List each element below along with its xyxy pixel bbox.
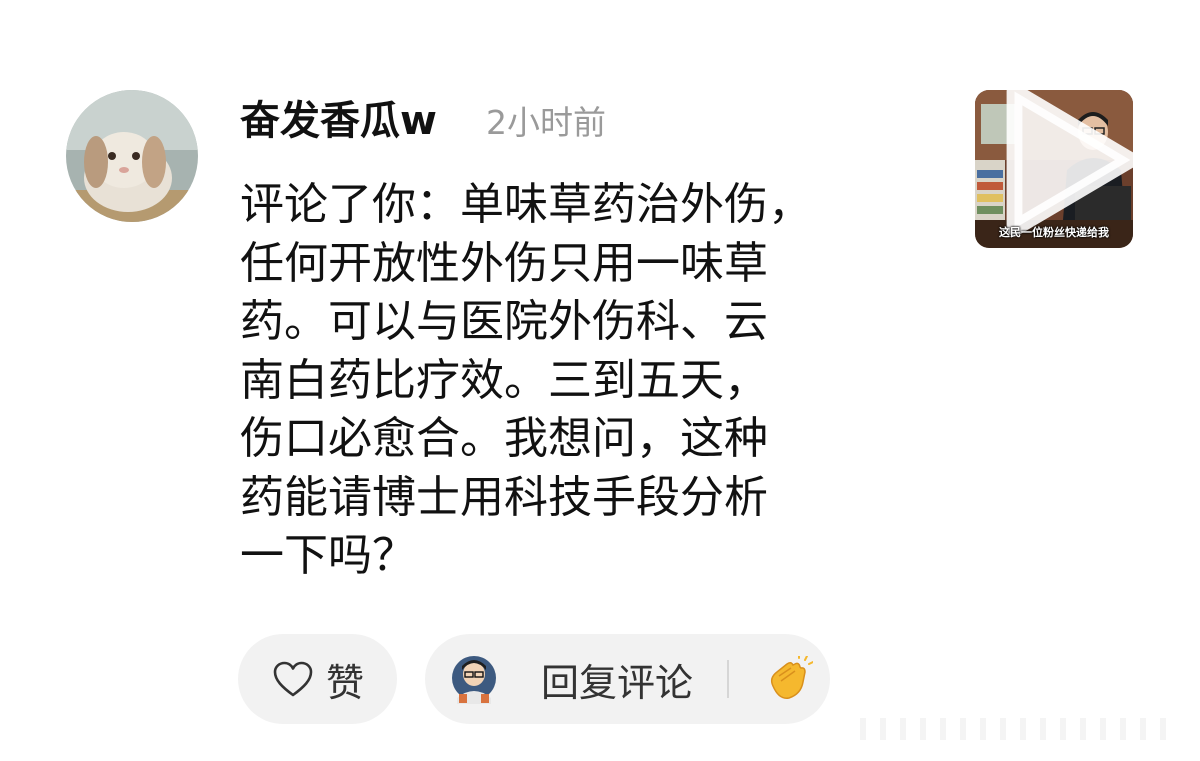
divider [727, 660, 730, 698]
reply-comment-bar[interactable]: 回复评论 [425, 634, 830, 724]
commenter-avatar[interactable] [66, 90, 198, 222]
clap-icon[interactable] [765, 656, 814, 702]
like-button[interactable]: 赞 [238, 634, 397, 724]
commenter-username[interactable]: 奋发香瓜w [240, 97, 437, 145]
comment-line: 任何开放性外伤只用一味草 [240, 237, 768, 289]
comment-text[interactable]: 评论了你：单味草药治外伤， 任何开放性外伤只用一味草 药。可以与医院外伤科、云 … [240, 176, 900, 586]
user-avatar [452, 656, 496, 704]
comment-line: 南白药比疗效。三到五天， [240, 354, 768, 406]
comment-line: 一下吗？ [240, 530, 416, 581]
comment-line: 药。可以与医院外伤科、云 [240, 296, 768, 347]
reply-comment-label: 回复评论 [541, 660, 694, 705]
comment-line: 评论了你：单味草药治外伤， [240, 179, 812, 230]
comment-timestamp: 2小时前 [486, 103, 606, 142]
video-caption: 这民一位粉丝快递给我 [999, 226, 1109, 239]
play-icon [1006, 90, 1133, 236]
video-thumbnail[interactable]: 这民一位粉丝快递给我 [975, 90, 1133, 248]
rabbit-photo [66, 90, 198, 222]
comment-line: 药能请博士用科技手段分析 [240, 471, 768, 523]
heart-icon [273, 661, 313, 697]
watermark [860, 718, 1166, 740]
comment-line: 伤口必愈合。我想问，这种 [240, 413, 768, 464]
like-label: 赞 [326, 660, 365, 705]
